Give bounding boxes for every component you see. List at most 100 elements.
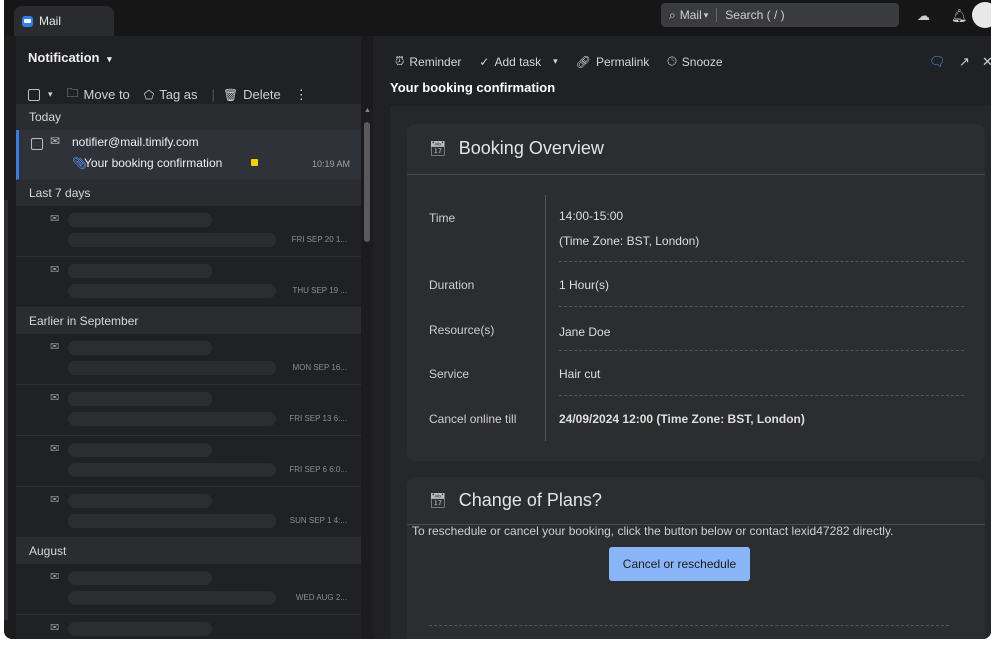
placeholder-line xyxy=(68,284,276,298)
check-icon: ✓ xyxy=(479,54,490,69)
folder-selector[interactable]: Notification ▾ xyxy=(28,50,112,65)
cloud-icon[interactable]: ☁ xyxy=(917,8,930,24)
list-item[interactable]: ✉ FRI SEP 6 6:0... xyxy=(16,436,361,487)
divider xyxy=(716,8,718,22)
group-august: August xyxy=(16,538,361,564)
top-bar: Mail ⌕ Mail ▾ Search ( / ) ☁ 🔔︎ xyxy=(4,0,991,36)
move-to-label: Move to xyxy=(83,87,130,102)
booking-overview-title: Booking Overview xyxy=(458,138,604,158)
snooze-button[interactable]: 🕒︎ Snooze xyxy=(667,54,722,69)
move-to-button[interactable]: 🗀︎ Move to xyxy=(67,84,130,105)
mail-subject: Your booking confirmation xyxy=(390,80,556,95)
message-list-panel: Notification ▾ ▾ 🗀︎ Move to ⬠ Tag as | 🗑︎ D… xyxy=(16,36,373,639)
divider xyxy=(559,261,964,262)
delete-button[interactable]: 🗑︎ Delete xyxy=(223,87,281,102)
placeholder-line xyxy=(68,412,276,426)
search-bar[interactable]: ⌕ Mail ▾ Search ( / ) xyxy=(661,3,899,27)
divider: | xyxy=(211,87,215,102)
list-item-selected[interactable]: ✉ notifier@mail.timify.com 📎︎ Your booki… xyxy=(16,130,361,180)
tag-as-button[interactable]: ⬠ Tag as xyxy=(144,87,198,102)
date: WED AUG 2... xyxy=(295,593,347,602)
scrollbar-thumb[interactable] xyxy=(364,122,370,242)
search-scope[interactable]: Mail xyxy=(680,8,702,22)
reschedule-instructions: To reschedule or cancel your booking, cl… xyxy=(412,524,894,538)
list-scrollbar[interactable]: ▲ xyxy=(361,104,373,639)
placeholder-line xyxy=(68,622,212,636)
divider xyxy=(559,350,964,351)
tag-icon: ⬠ xyxy=(143,87,155,102)
placeholder-line xyxy=(68,494,212,508)
row-label-cancel-till: Cancel online till xyxy=(429,412,517,426)
clock-icon: 🕒︎ xyxy=(667,54,677,68)
mail-app-icon xyxy=(22,15,33,27)
mail-window: Mail ⌕ Mail ▾ Search ( / ) ☁ 🔔︎ Notifica… xyxy=(4,0,991,639)
search-input[interactable]: Search ( / ) xyxy=(725,8,784,22)
row-label-service: Service xyxy=(429,367,470,381)
folder-icon: 🗀︎ xyxy=(66,86,79,100)
list-item[interactable]: ✉ FRI SEP 20 1... xyxy=(16,206,361,257)
placeholder-line xyxy=(68,463,276,477)
envelope-open-icon: ✉ xyxy=(50,571,60,583)
row-value-timezone: (Time Zone: BST, London) xyxy=(559,234,700,248)
alarm-icon: ⏰︎ xyxy=(395,54,405,68)
chevron-down-icon: ▾ xyxy=(48,89,53,99)
list-header: Notification ▾ ▾ 🗀︎ Move to ⬠ Tag as | 🗑︎ D… xyxy=(16,36,361,104)
divider xyxy=(559,306,964,307)
tab-mail[interactable]: Mail xyxy=(14,6,114,36)
list-item[interactable]: ✉ FRI SEP 13 6:... xyxy=(16,385,361,436)
search-icon: ⌕ xyxy=(669,7,676,22)
expand-icon[interactable]: ↗ xyxy=(959,54,970,70)
row-label-resource: Resource(s) xyxy=(429,323,495,337)
row-value-service: Hair cut xyxy=(559,367,601,381)
comment-icon[interactable]: 🗨︎ xyxy=(929,54,946,70)
envelope-open-icon: ✉ xyxy=(50,392,60,404)
divider xyxy=(429,625,949,626)
delete-label: Delete xyxy=(243,87,281,102)
list-item[interactable]: ✉ xyxy=(16,615,361,639)
placeholder-line xyxy=(68,392,212,406)
list-toolbar: ▾ 🗀︎ Move to ⬠ Tag as | 🗑︎ Delete ⋮ xyxy=(28,84,322,105)
permalink-label: Permalink xyxy=(595,54,650,69)
row-value-time: 14:00-15:00 xyxy=(559,209,624,223)
envelope-open-icon: ✉ xyxy=(50,213,60,225)
cancel-or-reschedule-button[interactable]: Cancel or reschedule xyxy=(609,547,750,581)
envelope-open-icon: ✉ xyxy=(50,494,60,506)
item-checkbox[interactable] xyxy=(31,138,43,150)
permalink-button[interactable]: 🔗︎ Permalink xyxy=(576,55,650,69)
placeholder-line xyxy=(68,571,212,585)
select-all-checkbox[interactable]: ▾ xyxy=(28,88,53,101)
list-item[interactable]: ✉ MON SEP 16... xyxy=(16,334,361,385)
calendar-cancel-icon: 📅︎ xyxy=(429,492,447,508)
left-edge xyxy=(4,200,8,620)
snooze-label: Snooze xyxy=(681,54,723,69)
reader-toolbar: ⏰︎ Reminder ✓ Add task ▾ 🔗︎ Permalink 🕒︎ Snoo… xyxy=(395,54,741,69)
placeholder-line xyxy=(68,233,276,247)
envelope-open-icon: ✉ xyxy=(50,341,60,353)
scroll-up-icon[interactable]: ▲ xyxy=(364,107,371,114)
mail-body: 📅︎ Booking Overview Time 14:00-15:00 (Ti… xyxy=(390,106,991,639)
card-title: 📅︎ Change of Plans? xyxy=(429,490,602,511)
bell-icon[interactable]: 🔔︎ xyxy=(951,8,968,24)
card-title: 📅︎ Booking Overview xyxy=(429,138,604,159)
reminder-button[interactable]: ⏰︎ Reminder xyxy=(395,54,461,69)
placeholder-line xyxy=(68,341,212,355)
tag-as-label: Tag as xyxy=(159,87,198,102)
avatar[interactable] xyxy=(972,2,991,28)
group-last-7-days: Last 7 days xyxy=(16,180,361,206)
list-item[interactable]: ✉ THU SEP 19 ... xyxy=(16,257,361,308)
placeholder-line xyxy=(68,591,276,605)
link-icon: 🔗︎ xyxy=(575,54,591,69)
change-of-plans-title: Change of Plans? xyxy=(458,490,602,510)
more-options-icon[interactable]: ⋮ xyxy=(295,87,308,103)
sender: notifier@mail.timify.com xyxy=(72,135,199,149)
list-item[interactable]: ✉ SUN SEP 1 4:... xyxy=(16,487,361,538)
envelope-open-icon: ✉ xyxy=(50,264,60,276)
placeholder-line xyxy=(68,514,276,528)
message-list: Today ✉ notifier@mail.timify.com 📎︎ Your… xyxy=(16,104,361,639)
flag-badge xyxy=(251,159,258,166)
divider xyxy=(559,395,964,396)
group-today: Today xyxy=(16,104,361,130)
close-icon[interactable]: ✕ xyxy=(982,54,991,70)
list-item[interactable]: ✉ WED AUG 2... xyxy=(16,564,361,615)
add-task-button[interactable]: ✓ Add task ▾ xyxy=(479,55,557,69)
